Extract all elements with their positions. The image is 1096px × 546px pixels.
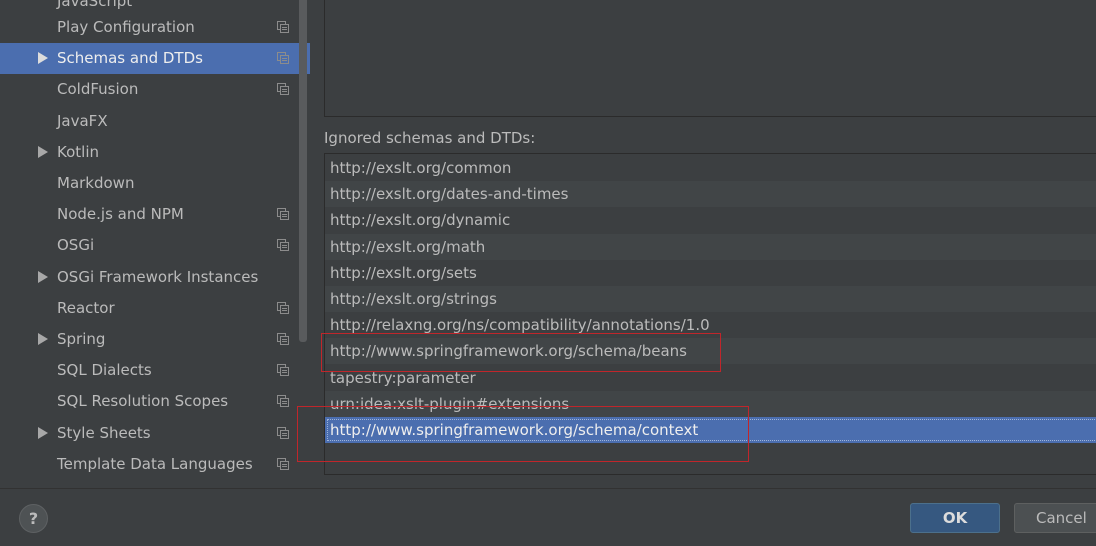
highlight-box-context bbox=[297, 406, 749, 462]
sidebar-item-label: Schemas and DTDs bbox=[57, 49, 203, 68]
sidebar-item-label: JavaScript bbox=[57, 0, 133, 10]
ignored-schema-url: http://exslt.org/math bbox=[330, 237, 486, 256]
ignored-schema-row[interactable]: http://exslt.org/strings bbox=[325, 286, 1096, 312]
ignored-schema-url: http://exslt.org/dates-and-times bbox=[330, 185, 569, 204]
sidebar-item-label: Kotlin bbox=[57, 142, 99, 161]
cancel-button[interactable]: Cancel bbox=[1014, 503, 1096, 533]
project-scope-icon bbox=[277, 239, 289, 252]
sidebar-item-osgi-framework-instances[interactable]: OSGi Framework Instances bbox=[0, 262, 310, 293]
sidebar-item-label: Reactor bbox=[57, 298, 115, 317]
ignored-schema-row[interactable]: http://exslt.org/math bbox=[325, 233, 1096, 260]
sidebar-item-sql-resolution-scopes[interactable]: SQL Resolution Scopes bbox=[0, 386, 310, 417]
expand-arrow-icon[interactable] bbox=[38, 52, 48, 65]
project-scope-icon bbox=[277, 21, 289, 33]
sidebar-item-label: OSGi bbox=[57, 236, 95, 255]
project-scope-icon bbox=[277, 83, 289, 96]
sidebar-item-style-sheets[interactable]: Style Sheets bbox=[0, 418, 310, 449]
sidebar-item-label: OSGi Framework Instances bbox=[57, 267, 259, 286]
ignored-schema-row[interactable]: http://exslt.org/sets bbox=[325, 260, 1096, 286]
sidebar-item-label: Markdown bbox=[57, 174, 135, 192]
footer-divider bbox=[0, 488, 1096, 489]
expand-arrow-icon[interactable] bbox=[38, 426, 48, 439]
project-scope-icon bbox=[277, 457, 289, 470]
sidebar-item-label: Node.js and NPM bbox=[57, 205, 184, 224]
sidebar-item-markdown[interactable]: Markdown bbox=[0, 168, 310, 199]
project-scope-icon bbox=[277, 301, 289, 314]
sidebar-item-javafx[interactable]: JavaFX bbox=[0, 106, 310, 137]
sidebar-item-reactor[interactable]: Reactor bbox=[0, 293, 310, 324]
schemas-table[interactable] bbox=[324, 0, 1096, 117]
ignored-schema-url: http://exslt.org/dynamic bbox=[330, 211, 511, 230]
sidebar-item-label: SQL Resolution Scopes bbox=[57, 392, 229, 411]
expand-arrow-icon[interactable] bbox=[38, 270, 48, 283]
expand-arrow-icon[interactable] bbox=[38, 333, 48, 345]
sidebar-item-label: Template Data Languages bbox=[57, 454, 253, 473]
project-scope-icon bbox=[277, 426, 289, 439]
ignored-schema-url: http://exslt.org/sets bbox=[330, 263, 477, 282]
ignored-schema-url: http://exslt.org/common bbox=[330, 159, 512, 177]
ignored-schema-url: http://exslt.org/strings bbox=[330, 290, 497, 308]
sidebar-item-label: Style Sheets bbox=[57, 423, 151, 442]
sidebar-item-sql-dialects[interactable]: SQL Dialects bbox=[0, 355, 310, 386]
project-scope-icon bbox=[277, 52, 289, 65]
project-scope-icon bbox=[277, 208, 289, 221]
ok-button[interactable]: OK bbox=[910, 503, 1000, 533]
expand-arrow-icon[interactable] bbox=[38, 145, 48, 158]
sidebar-item-kotlin[interactable]: Kotlin bbox=[0, 137, 310, 168]
sidebar-item-node-js-and-npm[interactable]: Node.js and NPM bbox=[0, 199, 310, 230]
ignored-schema-url: http://relaxng.org/ns/compatibility/anno… bbox=[330, 316, 710, 335]
sidebar-item-label: Play Configuration bbox=[57, 18, 195, 36]
project-scope-icon bbox=[277, 364, 289, 377]
sidebar-item-label: SQL Dialects bbox=[57, 361, 152, 380]
ignored-schema-row[interactable]: http://exslt.org/dynamic bbox=[325, 207, 1096, 233]
highlight-box-beans bbox=[321, 333, 721, 372]
settings-sidebar: JavaScript Play Configuration Schemas and… bbox=[0, 0, 310, 488]
ignored-schema-row[interactable]: http://exslt.org/dates-and-times bbox=[325, 181, 1096, 208]
ignored-schema-row[interactable]: http://exslt.org/common bbox=[325, 155, 1096, 181]
sidebar-item-label: JavaFX bbox=[57, 111, 108, 130]
sidebar-item-label: ColdFusion bbox=[57, 80, 139, 99]
help-button[interactable]: ? bbox=[19, 504, 48, 533]
sidebar-item-template-data-languages[interactable]: Template Data Languages bbox=[0, 449, 310, 480]
sidebar-item-osgi[interactable]: OSGi bbox=[0, 230, 310, 261]
sidebar-item-coldfusion[interactable]: ColdFusion bbox=[0, 74, 310, 105]
sidebar-item-label: Spring bbox=[57, 330, 106, 348]
sidebar-item-play-configuration[interactable]: Play Configuration bbox=[0, 12, 310, 43]
sidebar-item-spring[interactable]: Spring bbox=[0, 324, 310, 355]
sidebar-scrollbar[interactable] bbox=[299, 0, 307, 342]
project-scope-icon bbox=[277, 333, 289, 345]
sidebar-item-schemas-and-dtds[interactable]: Schemas and DTDs bbox=[0, 43, 310, 75]
project-scope-icon bbox=[277, 395, 289, 408]
ignored-schemas-label: Ignored schemas and DTDs: bbox=[324, 129, 536, 147]
